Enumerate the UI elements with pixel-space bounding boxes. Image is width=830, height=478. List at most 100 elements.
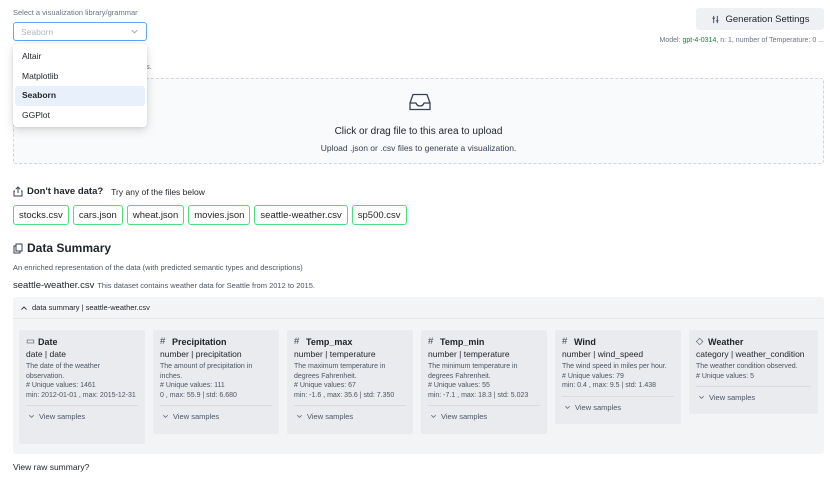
field-description: The wind speed in miles per hour. [562, 363, 667, 370]
field-unique: # Unique values: 79 [562, 372, 624, 380]
option-matplotlib[interactable]: Matplotlib [15, 67, 145, 87]
field-unique: # Unique values: 67 [294, 382, 356, 389]
view-raw-summary-link[interactable]: View raw summary? [13, 462, 89, 472]
hash-icon: # [160, 336, 166, 347]
share-icon [13, 186, 23, 197]
field-card-weather: ◇ Weather category | weather_condition Th… [689, 330, 818, 414]
file-cars-json[interactable]: cars.json [72, 205, 123, 225]
chevron-down-icon [699, 395, 704, 399]
field-type: category | weather_condition [696, 349, 805, 359]
option-ggplot[interactable]: GGPlot [15, 106, 145, 126]
field-description: The maximum temperature in degrees Fahre… [294, 363, 386, 380]
dataset-description: This dataset contains weather data for S… [97, 281, 315, 290]
view-samples-label: View samples [307, 412, 354, 421]
field-card-temp-min: # Temp_min number | temperature The minim… [421, 330, 547, 434]
chevron-down-icon [131, 29, 138, 34]
field-type: date | date [26, 349, 67, 359]
view-samples-toggle[interactable]: View samples [160, 405, 272, 425]
data-summary-heading: Data Summary [13, 241, 111, 255]
data-summary-title: Data Summary [27, 241, 112, 255]
field-range: min: 2012-01-01 , max: 2015-12-31 [26, 391, 136, 399]
chevron-up-icon [21, 305, 27, 310]
field-title: # Temp_min [428, 336, 540, 347]
model-value: gpt-4-0314 [682, 37, 717, 44]
sample-files: stocks.csv cars.json wheat.json movies.j… [13, 205, 407, 225]
view-samples-label: View samples [173, 412, 220, 421]
inbox-icon [409, 93, 431, 111]
field-card-date: ▭ Date date | date The date of the weathe… [19, 330, 145, 444]
field-name: Wind [574, 336, 596, 347]
view-samples-toggle[interactable]: View samples [428, 405, 540, 425]
generation-settings-button[interactable]: Generation Settings [696, 8, 824, 30]
hash-icon: # [562, 336, 568, 347]
view-samples-label: View samples [39, 412, 86, 421]
field-name: Temp_max [306, 336, 353, 347]
field-type: number | precipitation [160, 349, 242, 359]
library-select-value: Seaborn [21, 27, 54, 37]
data-summary-accordion: data summary | seattle-weather.csv ▭ Date… [13, 297, 824, 454]
field-description: The date of the weather observation. [26, 363, 100, 380]
field-description: The amount of precipitation in inches. [160, 363, 253, 380]
file-movies-json[interactable]: movies.json [188, 205, 251, 225]
sliders-icon [711, 15, 719, 23]
view-samples-toggle[interactable]: View samples [26, 405, 138, 425]
library-select[interactable]: Seaborn [13, 22, 147, 41]
file-wheat-json[interactable]: wheat.json [126, 205, 185, 225]
field-range: min: -7.1 , max: 18.3 | std: 5.023 [428, 391, 529, 399]
chevron-down-icon [297, 414, 302, 418]
accordion-label: data summary | seattle-weather.csv [32, 303, 150, 312]
field-type: number | temperature [428, 349, 510, 359]
option-altair[interactable]: Altair [15, 47, 145, 67]
field-description: The minimum temperature in degrees Fahre… [428, 363, 518, 380]
model-suffix: , n: 1, number of Temperature: 0 ... [716, 37, 824, 44]
field-range: 0 , max: 55.9 | std: 6.680 [160, 391, 237, 399]
field-title: # Wind [562, 336, 674, 347]
field-name: Precipitation [172, 336, 227, 347]
view-samples-toggle[interactable]: View samples [562, 395, 674, 416]
chevron-down-icon [565, 405, 570, 409]
option-seaborn[interactable]: Seaborn [15, 86, 145, 106]
field-title: ▭ Date [26, 336, 138, 347]
field-name: Temp_min [440, 336, 485, 347]
view-samples-label: View samples [441, 412, 488, 421]
upload-title: Click or drag file to this area to uploa… [334, 126, 503, 137]
generation-settings-label: Generation Settings [725, 13, 810, 25]
field-title: ◇ Weather [696, 336, 811, 347]
file-seattle-weather-csv[interactable]: seattle-weather.csv [254, 205, 348, 225]
field-type: number | wind_speed [562, 349, 644, 359]
no-data-heading: Don't have data? Try any of the files be… [13, 186, 205, 197]
dataset-name: seattle-weather.csv [13, 280, 95, 291]
field-range: min: 0.4 , max: 9.5 | std: 1.438 [562, 382, 657, 389]
field-unique: # Unique values: 5 [696, 372, 754, 380]
field-type: number | temperature [294, 349, 376, 359]
field-unique: # Unique values: 55 [428, 382, 490, 389]
hash-icon: # [294, 336, 300, 347]
view-samples-label: View samples [709, 393, 756, 402]
no-data-title: Don't have data? [27, 186, 104, 197]
field-description: The weather condition observed. [696, 363, 798, 370]
field-name: Date [38, 336, 58, 347]
chevron-down-icon [163, 414, 168, 418]
model-info: Model: gpt-4-0314, n: 1, number of Tempe… [660, 37, 824, 44]
field-name: Weather [708, 336, 744, 347]
field-card-precipitation: # Precipitation number | precipitation Th… [153, 330, 279, 434]
copy-icon [13, 243, 23, 253]
field-title: # Temp_max [294, 336, 406, 347]
calendar-icon: ▭ [26, 336, 35, 347]
view-samples-toggle[interactable]: View samples [294, 405, 406, 425]
chevron-down-icon [29, 414, 34, 418]
hash-icon: # [428, 336, 434, 347]
model-prefix: Model: [659, 37, 683, 44]
field-card-wind: # Wind number | wind_speed The wind speed… [555, 330, 681, 424]
view-samples-toggle[interactable]: View samples [696, 386, 811, 406]
field-card-temp-max: # Temp_max number | temperature The maxim… [287, 330, 413, 434]
field-unique: # Unique values: 111 [160, 382, 225, 389]
library-select-label: Select a visualization library/grammar [13, 8, 138, 17]
file-sp500-csv[interactable]: sp500.csv [351, 205, 407, 225]
tag-icon: ◇ [696, 336, 704, 347]
field-range: min: -1.6 , max: 35.6 | std: 7.350 [294, 391, 395, 399]
accordion-header[interactable]: data summary | seattle-weather.csv [13, 297, 824, 319]
data-summary-description: An enriched representation of the data (… [13, 263, 303, 272]
file-stocks-csv[interactable]: stocks.csv [13, 205, 69, 225]
chevron-down-icon [431, 414, 436, 418]
